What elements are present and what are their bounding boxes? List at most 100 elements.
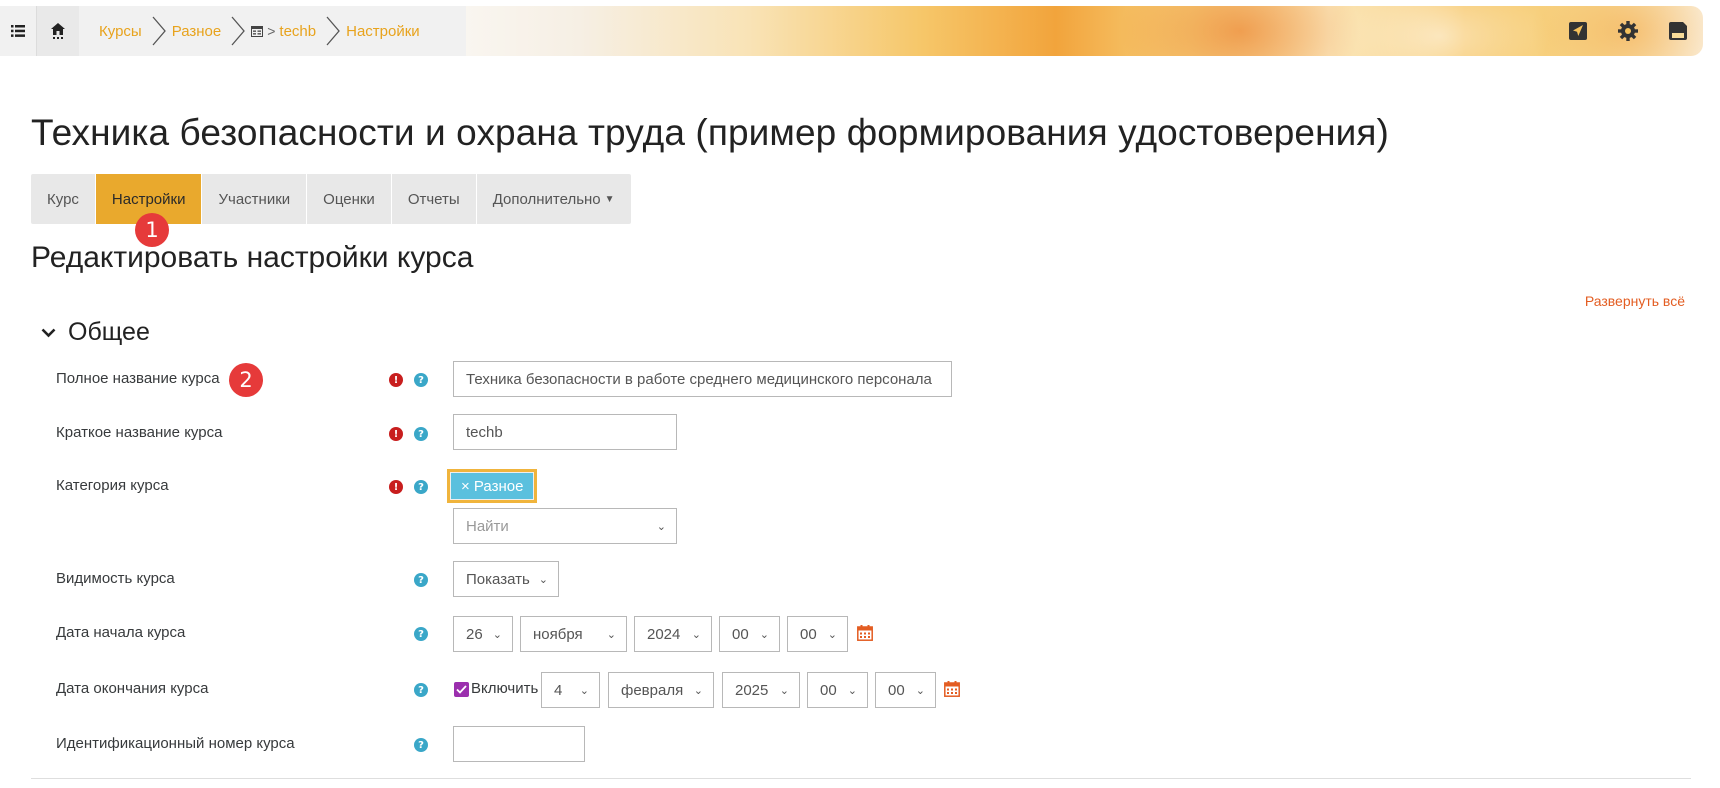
messages-button[interactable] [1553,6,1603,56]
course-icon [251,25,264,37]
category-search-placeholder: Найти [466,517,509,535]
idnumber-input[interactable] [453,726,585,762]
step-badge-2: 2 [229,363,263,397]
gear-icon [1618,21,1638,41]
breadcrumb-item-course[interactable]: techb [279,23,316,40]
breadcrumb-bar: Курсы Разное > techb Настройки [0,6,466,56]
enddate-day-select[interactable]: 4 ⌄ [541,672,600,708]
expand-all-link[interactable]: Развернуть всё [1585,293,1685,309]
category-chip[interactable]: × Разное [446,469,538,503]
send-icon [1569,22,1587,40]
visibility-select[interactable]: Показать ⌄ [453,561,559,597]
startdate-label: Дата начала курса [56,624,186,641]
section-general-header[interactable]: Общее [41,318,150,347]
nav-drawer-toggle[interactable] [0,6,37,56]
help-icon[interactable]: ? [414,627,428,641]
tab-more[interactable]: Дополнительно ▼ [477,174,631,224]
tab-course[interactable]: Курс [31,174,96,224]
save-button[interactable] [1653,6,1703,56]
chevron-down-icon: ⌄ [827,628,837,641]
settings-button[interactable] [1603,6,1653,56]
tab-label: Курс [47,190,79,208]
chevron-down-icon: ⌄ [538,573,548,586]
category-search-select[interactable]: Найти ⌄ [453,508,677,544]
chevron-down-icon [41,328,56,338]
breadcrumb: Курсы Разное > techb Настройки [79,6,420,56]
startdate-year-select[interactable]: 2024 ⌄ [634,616,712,652]
enddate-minute: 00 [888,681,905,699]
startdate-hour-select[interactable]: 00 ⌄ [719,616,780,652]
chevron-down-icon: ⌄ [691,628,701,641]
chevron-right-icon [152,16,166,46]
chevron-down-icon: ⌄ [759,628,769,641]
fullname-label: Полное название курса [56,370,220,387]
top-actions [1553,6,1703,56]
startdate-day-select[interactable]: 26 ⌄ [453,616,513,652]
help-icon[interactable]: ? [414,738,428,752]
startdate-day: 26 [466,625,483,643]
enddate-year-select[interactable]: 2025 ⌄ [722,672,800,708]
breadcrumb-item-courses[interactable]: Курсы [99,23,142,40]
help-icon[interactable]: ? [414,573,428,587]
visibility-label: Видимость курса [56,570,175,587]
chevron-down-icon: ⌄ [606,628,616,641]
enddate-hour: 00 [820,681,837,699]
chevron-down-icon: ⌄ [779,684,789,697]
tab-label: Отчеты [407,190,460,208]
chevron-right-icon [326,16,340,46]
menu-icon [11,25,25,37]
section-divider [31,778,1691,779]
enddate-enable-label[interactable]: Включить [471,680,538,697]
startdate-minute-select[interactable]: 00 ⌄ [787,616,848,652]
required-icon: ! [389,480,403,494]
startdate-year: 2024 [647,625,681,643]
enddate-enable-checkbox[interactable] [454,682,469,697]
chevron-right-icon [231,16,246,46]
home-button[interactable] [37,6,79,56]
chevron-down-icon: ⌄ [915,684,925,697]
tab-participants[interactable]: Участники [202,174,308,224]
tab-label: Дополнительно [492,190,601,208]
enddate-hour-select[interactable]: 00 ⌄ [807,672,868,708]
category-label: Категория курса [56,477,169,494]
course-tabs: Курс Настройки Участники Оценки Отчеты Д… [31,174,631,224]
enddate-label: Дата окончания курса [56,680,209,697]
tab-grades[interactable]: Оценки [307,174,392,224]
help-icon[interactable]: ? [414,427,428,441]
startdate-minute: 00 [800,625,817,643]
save-icon [1669,22,1687,40]
help-icon[interactable]: ? [414,683,428,697]
enddate-month: февраля [621,681,684,699]
startdate-hour: 00 [732,625,749,643]
enddate-minute-select[interactable]: 00 ⌄ [875,672,936,708]
chevron-down-icon: ⌄ [693,684,703,697]
home-icon [51,23,65,39]
required-icon: ! [389,427,403,441]
chevron-down-icon: ⌄ [492,628,502,641]
fullname-input[interactable]: Техника безопасности в работе среднего м… [453,361,952,397]
tab-reports[interactable]: Отчеты [392,174,477,224]
help-icon[interactable]: ? [414,480,428,494]
tab-label: Оценки [323,190,375,208]
chevron-down-icon: ⌄ [579,684,589,697]
shortname-input[interactable]: techb [453,414,677,450]
tab-label: Настройки [111,190,186,208]
section-title: Общее [68,318,150,346]
check-icon [456,685,467,694]
calendar-icon[interactable] [857,625,873,641]
visibility-value: Показать [466,570,530,588]
breadcrumb-item-settings[interactable]: Настройки [346,23,420,40]
page-heading: Редактировать настройки курса [31,241,474,274]
enddate-month-select[interactable]: февраля ⌄ [608,672,714,708]
help-icon[interactable]: ? [414,373,428,387]
breadcrumb-item-misc[interactable]: Разное [172,23,222,40]
course-title: Техника безопасности и охрана труда (при… [31,112,1389,153]
startdate-month-select[interactable]: ноября ⌄ [520,616,627,652]
top-navbar: Курсы Разное > techb Настройки [0,6,1703,56]
enddate-year: 2025 [735,681,769,699]
idnumber-label: Идентификационный номер курса [56,735,295,752]
chevron-down-icon: ⌄ [847,684,857,697]
required-icon: ! [389,373,403,387]
calendar-icon[interactable] [944,681,960,697]
enddate-day: 4 [554,681,563,699]
